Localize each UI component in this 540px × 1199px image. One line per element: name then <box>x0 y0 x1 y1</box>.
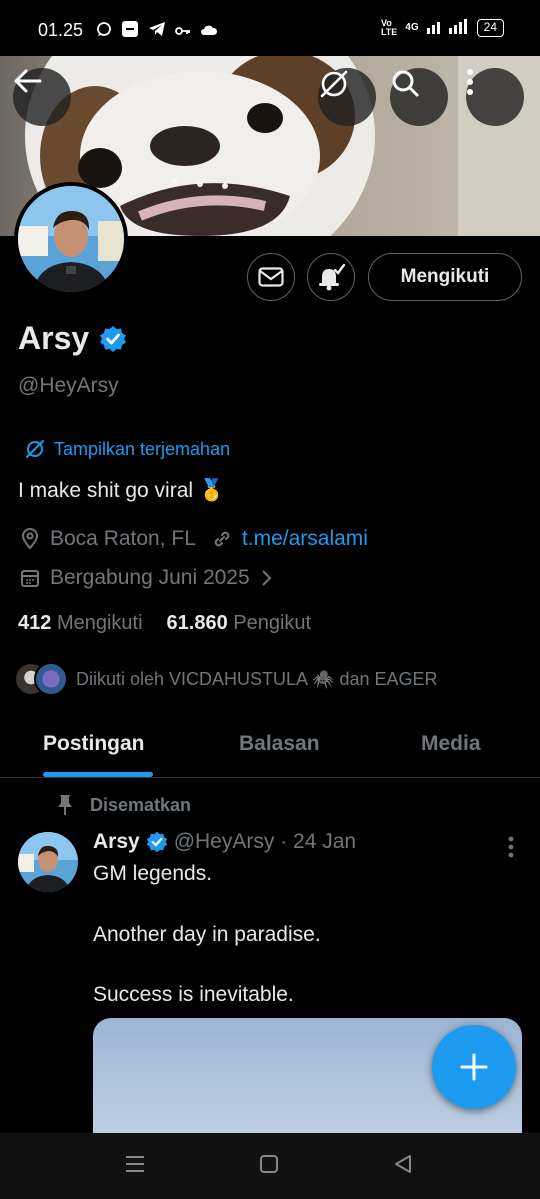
translate-icon <box>26 440 44 458</box>
pin-icon <box>58 795 72 815</box>
avatar-image <box>18 832 78 892</box>
followers-stat[interactable]: 61.860 Pengikut <box>167 612 312 635</box>
profile-bio: I make shit go viral 🥇 <box>18 479 226 502</box>
translate-label: Tampilkan terjemahan <box>54 438 231 459</box>
followers-label: Pengikut <box>233 612 312 634</box>
search-icon <box>392 70 419 97</box>
translate-icon <box>320 70 348 98</box>
verified-badge-icon[interactable] <box>99 325 127 353</box>
follow-stats: 412 Mengikuti 61.860 Pengikut <box>18 612 311 635</box>
following-button[interactable]: Mengikuti <box>368 253 522 301</box>
tab-replies[interactable]: Balasan <box>239 732 320 756</box>
followers-count: 61.860 <box>166 612 228 634</box>
follower-avatar <box>34 662 68 696</box>
link-icon <box>214 531 230 547</box>
search-button[interactable] <box>390 68 448 126</box>
key-icon <box>175 23 191 40</box>
compose-button[interactable] <box>432 1025 516 1109</box>
signal-icon <box>426 18 469 37</box>
notification-button[interactable] <box>307 253 355 301</box>
profile-name-row: Arsy <box>18 320 127 357</box>
joined-date: Bergabung Juni 2025 <box>50 566 250 589</box>
location-link-row: Boca Raton, FL t.me/arsalami <box>20 527 368 551</box>
status-time: 01.25 <box>38 20 84 40</box>
system-icons: Vo LTE 4G 24 <box>381 18 504 37</box>
profile-tabs: Postingan Balasan Media <box>0 722 540 778</box>
following-count: 412 <box>18 612 52 634</box>
verified-badge-icon <box>146 831 167 853</box>
volte-icon: Vo LTE <box>380 17 398 37</box>
back-triangle-icon <box>395 1155 411 1173</box>
battery-icon: 24 <box>476 18 504 37</box>
telegram-icon <box>148 21 166 41</box>
system-nav-bar <box>0 1133 540 1199</box>
translate-bio-link[interactable]: Tampilkan terjemahan <box>24 438 230 460</box>
cloud-icon <box>200 23 218 40</box>
avatar-image <box>18 186 124 292</box>
home-square-icon <box>260 1155 278 1173</box>
envelope-icon <box>258 267 284 287</box>
home-button[interactable] <box>258 1153 280 1180</box>
active-tab-indicator <box>43 772 153 777</box>
profile-link[interactable]: t.me/arsalami <box>242 527 368 551</box>
joined-row[interactable]: Bergabung Juni 2025 <box>20 566 272 590</box>
more-vertical-icon <box>508 836 514 858</box>
pinned-indicator: Disematkan <box>56 794 191 816</box>
bell-check-icon <box>319 263 346 291</box>
post-meta: @HeyArsy · 24 Jan <box>173 830 357 853</box>
location-pin-icon <box>21 528 39 550</box>
following-label: Mengikuti <box>56 612 143 634</box>
menu-icon <box>126 1156 144 1172</box>
pinned-label: Disematkan <box>90 794 192 815</box>
post-more-button[interactable] <box>508 836 514 863</box>
profile-name: Arsy <box>18 320 90 356</box>
chat-icon <box>96 21 112 41</box>
network-label: 4G <box>405 22 419 33</box>
post-text-line: GM legends. <box>93 862 213 885</box>
chevron-right-icon <box>261 570 272 586</box>
post-text-line: Success is inevitable. <box>93 983 294 1006</box>
tab-posts[interactable]: Postingan <box>43 732 145 756</box>
profile-location: Boca Raton, FL <box>50 527 196 550</box>
followed-by-text: Diikuti oleh VICDAHUSTULA 🕷️ dan EAGER <box>76 668 438 689</box>
profile-avatar[interactable] <box>14 182 128 296</box>
post-avatar[interactable] <box>18 832 78 892</box>
profile-handle: @HeyArsy <box>18 374 119 397</box>
app-icon <box>121 20 139 42</box>
post-header: Arsy @HeyArsy · 24 Jan <box>93 830 356 854</box>
post-text-line: Another day in paradise. <box>93 923 321 946</box>
status-bar: 01.25 Vo LTE 4G 24 <box>0 0 540 56</box>
message-button[interactable] <box>247 253 295 301</box>
recent-apps-button[interactable] <box>124 1153 146 1180</box>
follower-avatars <box>14 662 68 696</box>
arrow-left-icon <box>14 69 42 93</box>
back-button[interactable] <box>13 68 71 126</box>
back-nav-button[interactable] <box>392 1153 414 1180</box>
notification-icons <box>96 20 218 42</box>
more-button[interactable] <box>466 68 524 126</box>
following-stat[interactable]: 412 Mengikuti <box>18 612 143 635</box>
plus-icon <box>460 1053 488 1081</box>
tab-media[interactable]: Media <box>421 732 481 756</box>
calendar-icon <box>21 570 39 587</box>
more-vertical-icon <box>467 69 473 95</box>
post-author-name[interactable]: Arsy <box>93 830 140 854</box>
followed-by-row[interactable]: Diikuti oleh VICDAHUSTULA 🕷️ dan EAGER <box>14 662 438 696</box>
translate-button[interactable] <box>318 68 376 126</box>
